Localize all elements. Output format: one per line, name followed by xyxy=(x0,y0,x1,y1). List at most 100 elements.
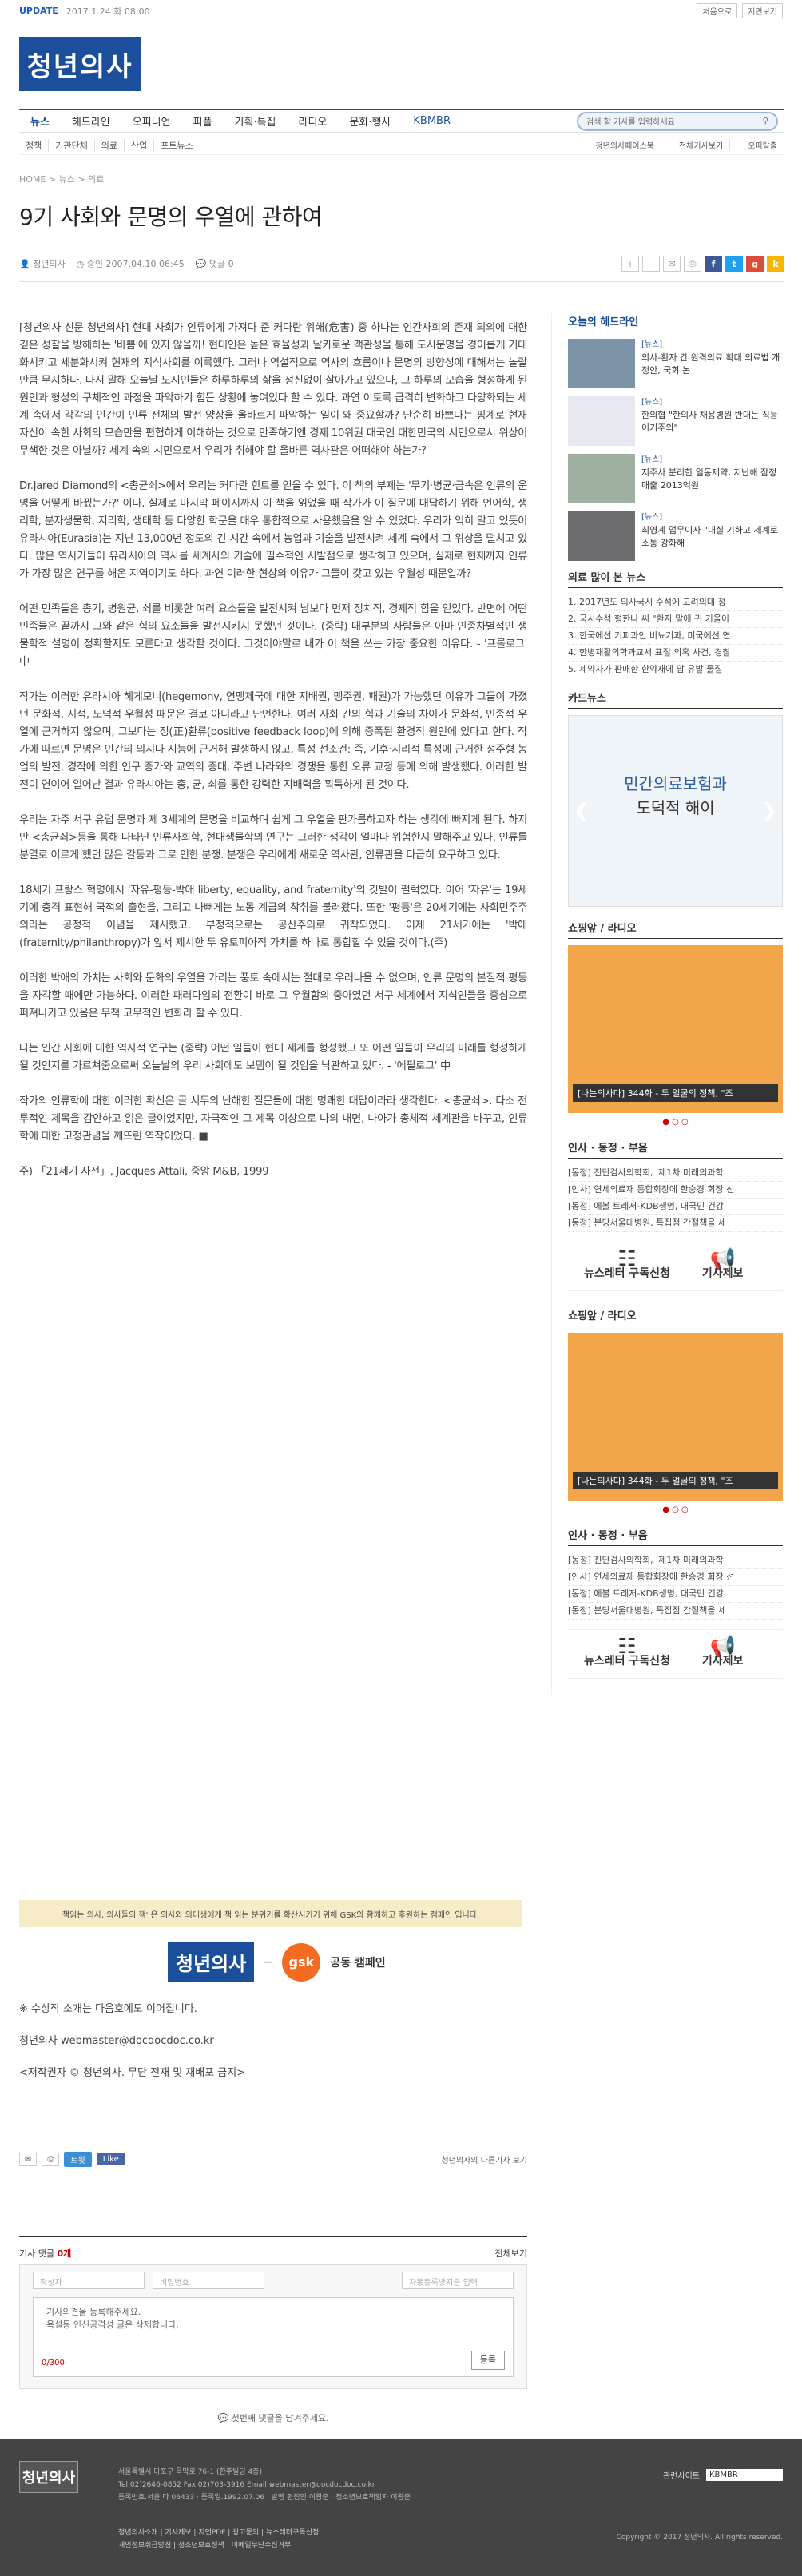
comment-form: 작성자 비밀번호 자동등록방지글 입력 기사의견을 등록해주세요. 욕설등 인신… xyxy=(19,2264,527,2389)
main-nav: 뉴스 헤드라인 오피니언 피플 기획·특집 라디오 문화·행사 KBMBR 검색… xyxy=(19,109,784,133)
googleplus-icon[interactable]: g xyxy=(746,256,764,272)
headline-item[interactable]: [뉴스] 의사-환자 간 원격의료 확대 의료법 개정안, 국회 논 xyxy=(568,339,783,388)
headline-item[interactable]: [뉴스] 지주사 분리한 일동제약, 지난해 잠정매출 2013억원 xyxy=(568,454,783,503)
nav-opinion[interactable]: 오피니언 xyxy=(121,113,182,129)
radio-banner[interactable]: [나는의사다] 344화 - 두 얼굴의 정책, "조 xyxy=(568,1333,783,1501)
paragraph: 나는 인간 사회에 대한 역사적 연구는 (중략) 어떤 일들이 현대 세계를 … xyxy=(19,1043,527,1072)
footer: 청년의사 서울특별시 마포구 독막로 76-1 (한주빌딩 4층) Tel.02… xyxy=(0,2439,802,2576)
date: ◷ 승인 2007.04.10 06:45 xyxy=(76,259,185,269)
paragraph: 우리는 자주 서구 유럽 문명과 제 3세계의 문명을 비교하며 쉽게 그 우열… xyxy=(19,814,528,861)
byline-email: 청년의사 webmaster@docdocdoc.co.kr xyxy=(19,2035,214,2047)
nav-culture[interactable]: 문화·행사 xyxy=(338,113,402,129)
headline-item[interactable]: [뉴스] 최영계 업무이사 "내실 기하고 세계로 소통 강화해 xyxy=(568,511,783,561)
article-tools: + − ✉ ⎙ f t g k xyxy=(621,256,784,272)
people-title: 인사 · 동정 · 부음 xyxy=(568,1527,783,1546)
gsk-logo: gsk xyxy=(282,1942,321,1982)
nav-news[interactable]: 뉴스 xyxy=(19,113,61,129)
email-icon[interactable]: ✉ xyxy=(663,256,681,272)
email-share-icon[interactable]: ✉ xyxy=(19,2152,38,2166)
nav-headline[interactable]: 헤드라인 xyxy=(61,113,121,129)
article-footer: ※ 수상작 소개는 다음호에도 이어집니다. 청년의사 webmaster@do… xyxy=(19,2001,245,2097)
submit-comment-button[interactable]: 등록 xyxy=(470,2351,505,2370)
headline-item[interactable]: [뉴스] 한의협 "한의사 채용병원 반대는 직능이기주의" xyxy=(568,396,783,446)
divider xyxy=(19,281,784,282)
megaphone-icon: 📢 xyxy=(709,1635,736,1659)
subnav-right: 청년의사페이스북 전체기사보기 오피탈출 xyxy=(589,139,784,151)
copyright: Copyright © 2017 청년의사. All rights reserv… xyxy=(616,2534,783,2542)
like-button[interactable]: Like xyxy=(96,2153,125,2165)
article-meta: 👤 청년의사 ◷ 승인 2007.04.10 06:45 💬 댓글 0 + − … xyxy=(19,254,784,273)
most-viewed-item[interactable]: 5. 제약사가 판매한 한약재에 암 유발 물질 xyxy=(568,662,783,678)
people-item[interactable]: [동정] 에볼 트레저-KDB생명, 대국민 건강 xyxy=(568,1199,783,1215)
campaign-logo: 청년의사 xyxy=(168,1942,255,1982)
subnav-medical[interactable]: 의료 xyxy=(95,138,125,152)
next-arrow-icon[interactable]: ❯ xyxy=(761,799,777,821)
captcha-input[interactable]: 자동등록방지글 입력 xyxy=(402,2272,514,2289)
continue-note: ※ 수상작 소개는 다음호에도 이어집니다. xyxy=(19,2003,197,2015)
newsletter-button[interactable]: ☷ 뉴스레터 구독신청 xyxy=(584,1636,670,1668)
comment-password-input[interactable]: 비밀번호 xyxy=(153,2272,264,2289)
carousel-dots[interactable]: ● ○ ○ xyxy=(568,1505,783,1514)
opital-link[interactable]: 오피탈출 xyxy=(741,139,784,151)
search-icon[interactable]: ⚲ xyxy=(763,117,768,125)
people-item[interactable]: [동정] 진단검사의학회, '제1차 미래의과학 xyxy=(568,1552,783,1569)
comment-textarea[interactable]: 기사의견을 등록해주세요. 욕설등 인신공격성 글은 삭제합니다. 0/300 … xyxy=(33,2297,514,2377)
related-sites: 관련사이트 KBMBR xyxy=(663,2469,783,2481)
most-viewed-item[interactable]: 3. 한국에선 기피과인 비뇨기과, 미국에선 연 xyxy=(568,628,783,645)
print-icon[interactable]: ⎙ xyxy=(684,256,701,272)
twitter-icon[interactable]: t xyxy=(725,256,743,272)
nav-people[interactable]: 피플 xyxy=(182,113,224,129)
radio-banner[interactable]: [나는의사다] 344화 - 두 얼굴의 정책, "조 xyxy=(568,945,783,1113)
footer-links-row2[interactable]: 개인정보취급방침 | 청소년보호정책 | 이메일무단수집거부 xyxy=(118,2539,319,2552)
footer-registration: 등록번호.서울 다 06433 · 등록일.1992.07.06 · 발행 편집… xyxy=(118,2494,411,2502)
nav-feature[interactable]: 기획·특집 xyxy=(224,113,288,129)
most-viewed-item[interactable]: 4. 한병재활의학과교서 표절 의혹 사건, 경찰 xyxy=(568,645,783,662)
subnav-org[interactable]: 기관단체 xyxy=(49,138,95,152)
related-sites-label: 관련사이트 xyxy=(663,2472,700,2481)
nav-radio[interactable]: 라디오 xyxy=(288,113,339,129)
most-viewed-item[interactable]: 2. 국시수석 형한나 씨 "환자 말에 귀 기울이 xyxy=(568,611,783,628)
facebook-link[interactable]: 청년의사페이스북 xyxy=(589,139,661,151)
print-share-icon[interactable]: ⎙ xyxy=(42,2152,60,2166)
site-logo[interactable]: 청년의사 xyxy=(19,37,141,91)
subnav-industry[interactable]: 산업 xyxy=(125,138,155,152)
search-input[interactable]: 검색 할 기사를 입력하세요 ⚲ xyxy=(577,111,778,131)
people-item[interactable]: [인사] 연세의료재 통합회장에 한승경 회장 선 xyxy=(568,1569,783,1586)
footer-logo[interactable]: 청년의사 xyxy=(19,2461,78,2493)
font-down-icon[interactable]: − xyxy=(642,256,660,272)
subnav-policy[interactable]: 정책 xyxy=(19,138,50,152)
all-articles-link[interactable]: 전체기사보기 xyxy=(673,139,731,151)
font-up-icon[interactable]: + xyxy=(621,256,639,272)
newsletter-button[interactable]: ☷ 뉴스레터 구독신청 xyxy=(584,1247,670,1281)
footnote: 주) 「21세기 사전」, Jacques Attali, 중앙 M&B, 19… xyxy=(19,1166,269,1178)
more-articles-link[interactable]: 청년의사의 다른기사 보기 xyxy=(441,2153,527,2165)
people-item[interactable]: [동정] 진단검사의학회, '제1차 미래의과학 xyxy=(568,1165,783,1182)
comment-all-link[interactable]: 전체보기 xyxy=(495,2247,527,2260)
report-button[interactable]: 📢 기사제보 xyxy=(702,1635,744,1668)
report-button[interactable]: 📢 기사제보 xyxy=(702,1249,744,1281)
prev-arrow-icon[interactable]: ❮ xyxy=(574,799,590,821)
carousel-dots[interactable]: ● ○ ○ xyxy=(568,1118,783,1127)
most-viewed-item[interactable]: 1. 2017년도 의사국시 수석에 고려의대 정 xyxy=(568,594,783,611)
facebook-icon[interactable]: f xyxy=(705,256,722,272)
nav-kbmbr[interactable]: KBMBR xyxy=(402,115,462,127)
people-item[interactable]: [동정] 분당서울대병원, 특집점 간절책을 세 xyxy=(568,1215,783,1232)
people-item[interactable]: [동정] 에볼 트레저-KDB생명, 대국민 건강 xyxy=(568,1586,783,1603)
footer-address: 서울특별시 마포구 독막로 76-1 (한주빌딩 4층) xyxy=(118,2468,262,2476)
copyright-note: <저작권자 © 청년의사. 무단 전재 및 재배포 금지> xyxy=(19,2067,246,2079)
people-item[interactable]: [인사] 연세의료재 통합회장에 한승경 회장 선 xyxy=(568,1182,783,1199)
related-sites-select[interactable]: KBMBR xyxy=(706,2469,783,2481)
tweet-button[interactable]: 트윗 xyxy=(64,2151,92,2167)
kakaostory-icon[interactable]: k xyxy=(767,256,784,272)
newsletter-icon: ☷ xyxy=(617,1247,637,1271)
sub-nav: 정책 기관단체 의료 산업 포토뉴스 청년의사페이스북 전체기사보기 오피탈출 xyxy=(19,136,784,155)
footer-links-row1[interactable]: 청년의사소개 | 기사제보 | 지면PDF | 광고문의 | 뉴스레터구독신청 xyxy=(118,2526,319,2539)
home-link[interactable]: 처음으로 xyxy=(697,3,738,18)
paper-view-link[interactable]: 지면보기 xyxy=(742,3,783,18)
comment-name-input[interactable]: 작성자 xyxy=(33,2272,145,2289)
people-item[interactable]: [동정] 분당서울대병원, 특집점 간절책을 세 xyxy=(568,1603,783,1620)
card-news-slide[interactable]: 민간의료보험과 도덕적 해이 ❮ ❯ xyxy=(568,715,783,907)
comment-count[interactable]: 💬 댓글 0 xyxy=(196,257,234,270)
thumbnail xyxy=(568,454,635,503)
subnav-photo[interactable]: 포토뉴스 xyxy=(154,138,200,152)
